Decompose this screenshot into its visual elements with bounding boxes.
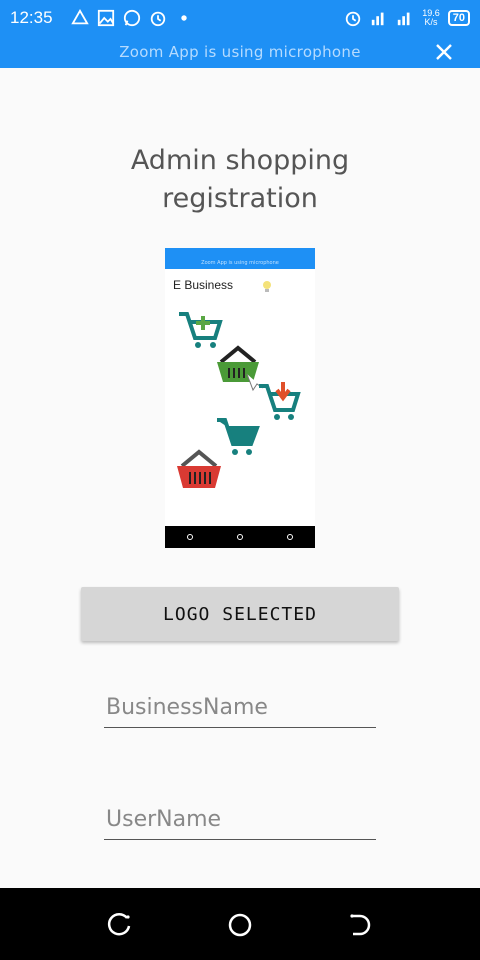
page-title-line2: registration — [162, 183, 318, 214]
preview-notification: Zoom App is using microphone — [165, 258, 315, 269]
battery-indicator: 70 — [447, 10, 470, 26]
preview-status-bar — [165, 248, 315, 258]
notification-banner[interactable]: Zoom App is using microphone — [0, 36, 480, 68]
network-speed: 19.6 K/s — [422, 9, 440, 27]
alarm-icon — [346, 11, 361, 27]
page-title-line1: Admin shopping — [130, 145, 350, 176]
system-nav-bar — [0, 888, 480, 960]
shopping-carts-illustration — [177, 312, 301, 488]
logo-preview-image: Zoom App is using microphone E Business — [165, 248, 315, 548]
preview-back-icon — [287, 534, 293, 540]
signal-icon — [372, 12, 384, 26]
status-system-icons: 19.6 K/s 70 — [344, 9, 470, 27]
recents-icon[interactable] — [107, 912, 133, 938]
status-time: 12:35 — [10, 8, 53, 27]
preview-nav-bar — [165, 526, 315, 548]
cart-icon — [217, 418, 260, 455]
logo-selected-button[interactable]: LOGO SELECTED — [81, 587, 399, 641]
back-icon[interactable] — [347, 912, 373, 938]
image-icon — [97, 9, 114, 27]
drive-icon — [70, 9, 89, 25]
preview-recents-icon — [187, 534, 193, 540]
preview-home-icon — [237, 534, 243, 540]
add-cart-icon — [179, 312, 223, 348]
alarm-icon — [150, 11, 165, 27]
close-icon[interactable] — [432, 40, 456, 64]
green-basket-icon — [217, 345, 264, 392]
red-basket-icon — [177, 449, 221, 488]
status-bar: 12:35 19.6 K/s 70 — [0, 0, 480, 36]
business-name-input[interactable] — [104, 688, 376, 728]
whatsapp-icon — [123, 9, 140, 27]
signal-icon — [398, 12, 410, 26]
home-icon[interactable] — [227, 912, 253, 938]
network-speed-unit: K/s — [424, 17, 438, 27]
status-notification-icons — [70, 9, 193, 27]
dot-icon — [180, 15, 187, 21]
username-input[interactable] — [104, 800, 376, 840]
notification-text: Zoom App is using microphone — [119, 43, 361, 61]
remove-cart-icon — [259, 382, 301, 420]
page-title: Admin shopping registration — [0, 142, 480, 218]
